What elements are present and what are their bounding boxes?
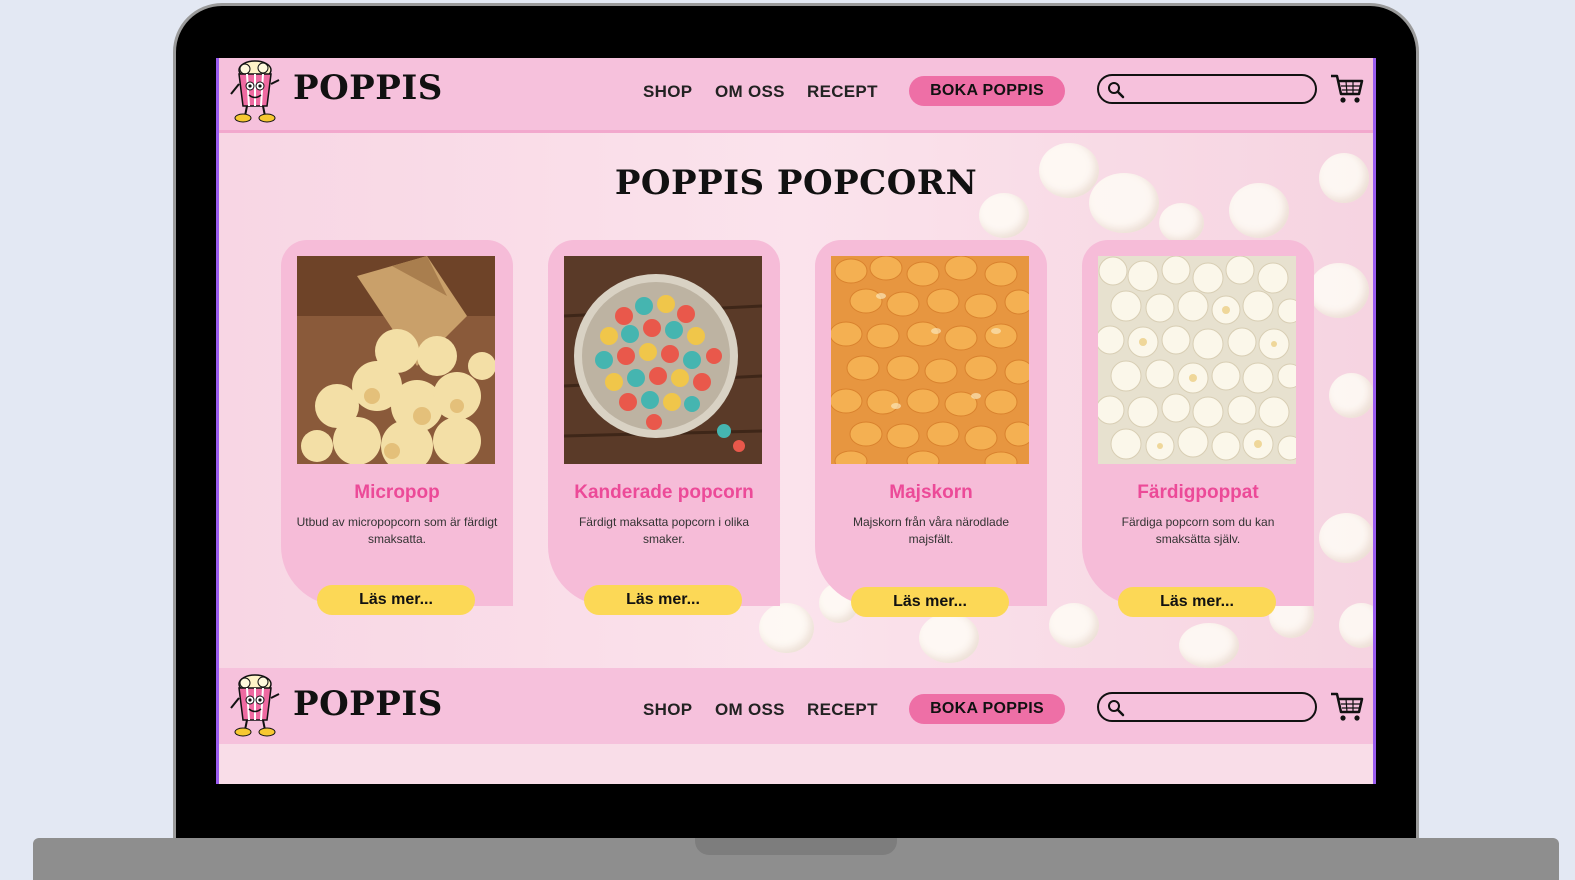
nav-recept[interactable]: RECEPT	[807, 82, 878, 102]
search-input[interactable]	[1097, 692, 1317, 722]
las-mer-button[interactable]: Läs mer...	[584, 585, 742, 615]
boka-poppis-button[interactable]: BOKA POPPIS	[909, 76, 1065, 106]
cart-icon[interactable]	[1329, 70, 1365, 106]
nav-recept[interactable]: RECEPT	[807, 700, 878, 720]
nav-om-oss[interactable]: OM OSS	[715, 700, 785, 720]
brand-name[interactable]: POPPIS	[293, 68, 443, 108]
product-card-fardigpoppat[interactable]: Färdigpoppat Färdiga popcorn som du kan …	[1082, 240, 1314, 617]
mascot-logo-icon[interactable]	[227, 60, 283, 124]
product-image	[297, 256, 495, 464]
next-section-peek	[219, 744, 1373, 784]
card-title: Micropop	[354, 482, 440, 503]
nav-om-oss[interactable]: OM OSS	[715, 82, 785, 102]
card-title: Majskorn	[889, 482, 973, 503]
website-screen: POPPIS SHOP OM OSS RECEPT BOKA POPPIS PO…	[216, 58, 1376, 784]
cut-off-heading	[263, 744, 373, 760]
nav-shop[interactable]: SHOP	[643, 700, 692, 720]
card-description: Färdigt maksatta popcorn i olika smaker.	[578, 515, 750, 546]
card-description: Utbud av micropopcorn som är färdigt sma…	[296, 515, 498, 546]
product-card-majskorn[interactable]: Majskorn Majskorn från våra närodlade ma…	[815, 240, 1047, 617]
top-navbar: POPPIS SHOP OM OSS RECEPT BOKA POPPIS	[219, 58, 1373, 133]
products-section: POPPIS POPCORN Micropop Utbud av micropo…	[219, 133, 1373, 668]
boka-poppis-button[interactable]: BOKA POPPIS	[909, 694, 1065, 724]
product-image	[564, 256, 762, 464]
card-title: Färdigpoppat	[1137, 482, 1259, 503]
second-navbar: POPPIS SHOP OM OSS RECEPT BOKA POPPIS	[219, 668, 1373, 747]
las-mer-button[interactable]: Läs mer...	[851, 587, 1009, 617]
product-image	[831, 256, 1029, 464]
search-icon	[1108, 82, 1125, 99]
las-mer-button[interactable]: Läs mer...	[1118, 587, 1276, 617]
search-input[interactable]	[1097, 74, 1317, 104]
product-image	[1098, 256, 1296, 464]
nav-shop[interactable]: SHOP	[643, 82, 692, 102]
mascot-logo-icon[interactable]	[227, 674, 283, 738]
search-icon	[1108, 700, 1125, 717]
product-card-kanderade[interactable]: Kanderade popcorn Färdigt maksatta popco…	[548, 240, 780, 615]
section-title: POPPIS POPCORN	[614, 163, 978, 203]
las-mer-button[interactable]: Läs mer...	[317, 585, 475, 615]
brand-name[interactable]: POPPIS	[293, 684, 443, 724]
laptop-notch	[695, 838, 897, 855]
card-title: Kanderade popcorn	[574, 482, 754, 503]
card-description: Färdiga popcorn som du kan smaksätta sjä…	[1121, 515, 1275, 546]
card-description: Majskorn från våra närodlade majsfält.	[852, 515, 1010, 546]
product-card-micropop[interactable]: Micropop Utbud av micropopcorn som är fä…	[281, 240, 513, 615]
cart-icon[interactable]	[1329, 688, 1365, 724]
